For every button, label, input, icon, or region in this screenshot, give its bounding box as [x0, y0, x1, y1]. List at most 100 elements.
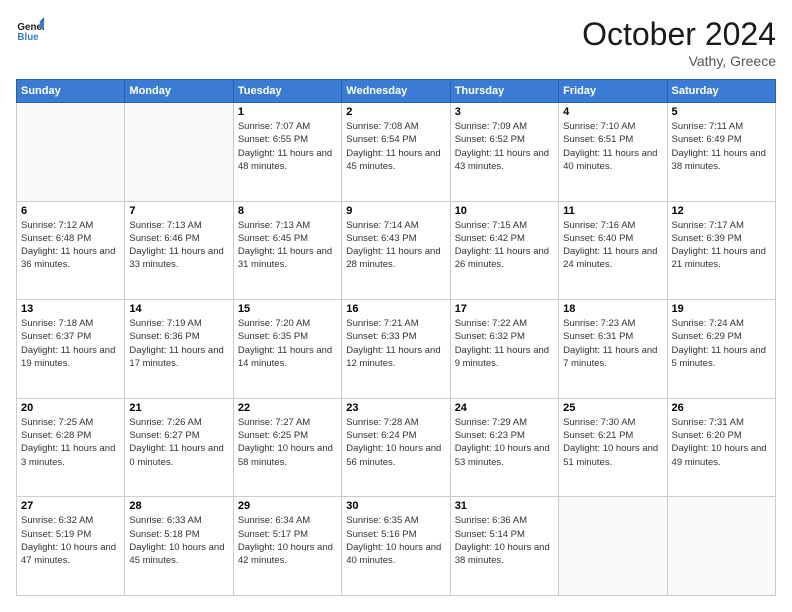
day-number: 29 [238, 500, 337, 512]
day-number: 27 [21, 500, 120, 512]
sunset: Sunset: 6:27 PM [129, 429, 228, 442]
calendar-cell: 30Sunrise: 6:35 AMSunset: 5:16 PMDayligh… [342, 497, 450, 596]
day-info: Sunrise: 7:31 AMSunset: 6:20 PMDaylight:… [672, 416, 771, 469]
day-number: 4 [563, 106, 662, 118]
calendar-cell: 14 Sunrise: 7:19 AMSunset: 6:36 PMDayligh… [125, 300, 233, 399]
calendar-cell: 4Sunrise: 7:10 AMSunset: 6:51 PMDaylight… [559, 103, 667, 202]
day-number: 22 [238, 402, 337, 414]
daylight: Daylight: 10 hours and 45 minutes. [129, 541, 228, 568]
day-number: 20 [21, 402, 120, 414]
svg-text:Blue: Blue [17, 32, 39, 43]
daylight: Daylight: 11 hours and 28 minutes. [346, 245, 445, 272]
day-info: Sunrise: 7:14 AMSunset: 6:43 PMDaylight:… [346, 219, 445, 272]
sunrise: Sunrise: 7:31 AM [672, 416, 771, 429]
sunset: Sunset: 6:20 PM [672, 429, 771, 442]
sunrise: Sunrise: 7:13 AM [129, 219, 228, 232]
calendar-cell: 10Sunrise: 7:15 AMSunset: 6:42 PMDayligh… [450, 201, 558, 300]
sunset: Sunset: 6:55 PM [238, 133, 337, 146]
calendar-cell: 7Sunrise: 7:13 AMSunset: 6:46 PMDaylight… [125, 201, 233, 300]
day-info: Sunrise: 7:09 AMSunset: 6:52 PMDaylight:… [455, 120, 554, 173]
daylight: Daylight: 11 hours and 21 minutes. [672, 245, 771, 272]
daylight: Daylight: 10 hours and 40 minutes. [346, 541, 445, 568]
calendar-cell: 9Sunrise: 7:14 AMSunset: 6:43 PMDaylight… [342, 201, 450, 300]
sunset: Sunset: 5:18 PM [129, 528, 228, 541]
calendar-cell: 20Sunrise: 7:25 AMSunset: 6:28 PMDayligh… [17, 398, 125, 497]
sunrise: Sunrise: 7:25 AM [21, 416, 120, 429]
calendar-cell: 29Sunrise: 6:34 AMSunset: 5:17 PMDayligh… [233, 497, 341, 596]
weekday-header-sunday: Sunday [17, 80, 125, 103]
day-info: Sunrise: 7:12 AMSunset: 6:48 PMDaylight:… [21, 219, 120, 272]
day-info: Sunrise: 6:33 AMSunset: 5:18 PMDaylight:… [129, 514, 228, 567]
day-number: 6 [21, 205, 120, 217]
day-number: 18 [563, 303, 662, 315]
month-title: October 2024 [582, 16, 776, 53]
sunrise: Sunrise: 7:15 AM [455, 219, 554, 232]
calendar-week-2: 6 Sunrise: 7:12 AMSunset: 6:48 PMDaylight… [17, 201, 776, 300]
daylight: Daylight: 11 hours and 12 minutes. [346, 344, 445, 371]
title-block: October 2024 Vathy, Greece [582, 16, 776, 69]
calendar-week-1: 1Sunrise: 7:07 AMSunset: 6:55 PMDaylight… [17, 103, 776, 202]
calendar-table: SundayMondayTuesdayWednesdayThursdayFrid… [16, 79, 776, 596]
calendar-cell: 23Sunrise: 7:28 AMSunset: 6:24 PMDayligh… [342, 398, 450, 497]
sunset: Sunset: 5:16 PM [346, 528, 445, 541]
sunset: Sunset: 6:36 PM [129, 330, 228, 343]
sunset: Sunset: 6:28 PM [21, 429, 120, 442]
calendar-cell: 19Sunrise: 7:24 AMSunset: 6:29 PMDayligh… [667, 300, 775, 399]
day-number: 21 [129, 402, 228, 414]
calendar-cell [125, 103, 233, 202]
day-info: Sunrise: 7:13 AMSunset: 6:45 PMDaylight:… [238, 219, 337, 272]
day-info: Sunrise: 6:36 AMSunset: 5:14 PMDaylight:… [455, 514, 554, 567]
header: General Blue October 2024 Vathy, Greece [16, 16, 776, 69]
daylight: Daylight: 11 hours and 17 minutes. [129, 344, 228, 371]
day-info: Sunrise: 7:28 AMSunset: 6:24 PMDaylight:… [346, 416, 445, 469]
weekday-header-tuesday: Tuesday [233, 80, 341, 103]
sunrise: Sunrise: 7:27 AM [238, 416, 337, 429]
day-info: Sunrise: 7:22 AMSunset: 6:32 PMDaylight:… [455, 317, 554, 370]
day-number: 13 [21, 303, 120, 315]
calendar-cell: 21Sunrise: 7:26 AMSunset: 6:27 PMDayligh… [125, 398, 233, 497]
daylight: Daylight: 11 hours and 19 minutes. [21, 344, 120, 371]
sunset: Sunset: 6:54 PM [346, 133, 445, 146]
calendar-cell: 8Sunrise: 7:13 AMSunset: 6:45 PMDaylight… [233, 201, 341, 300]
calendar-cell [17, 103, 125, 202]
day-number: 26 [672, 402, 771, 414]
day-number: 1 [238, 106, 337, 118]
daylight: Daylight: 10 hours and 38 minutes. [455, 541, 554, 568]
day-info: Sunrise: 7:13 AMSunset: 6:46 PMDaylight:… [129, 219, 228, 272]
calendar-cell: 28Sunrise: 6:33 AMSunset: 5:18 PMDayligh… [125, 497, 233, 596]
logo-icon: General Blue [16, 16, 44, 44]
calendar-cell: 16Sunrise: 7:21 AMSunset: 6:33 PMDayligh… [342, 300, 450, 399]
sunrise: Sunrise: 7:22 AM [455, 317, 554, 330]
sunrise: Sunrise: 7:12 AM [21, 219, 120, 232]
day-info: Sunrise: 6:35 AMSunset: 5:16 PMDaylight:… [346, 514, 445, 567]
daylight: Daylight: 10 hours and 51 minutes. [563, 442, 662, 469]
sunset: Sunset: 6:33 PM [346, 330, 445, 343]
sunrise: Sunrise: 7:26 AM [129, 416, 228, 429]
sunrise: Sunrise: 7:18 AM [21, 317, 120, 330]
sunset: Sunset: 6:40 PM [563, 232, 662, 245]
day-number: 31 [455, 500, 554, 512]
day-info: Sunrise: 7:23 AMSunset: 6:31 PMDaylight:… [563, 317, 662, 370]
sunrise: Sunrise: 7:08 AM [346, 120, 445, 133]
sunrise: Sunrise: 7:24 AM [672, 317, 771, 330]
weekday-header-row: SundayMondayTuesdayWednesdayThursdayFrid… [17, 80, 776, 103]
sunset: Sunset: 6:46 PM [129, 232, 228, 245]
sunrise: Sunrise: 7:10 AM [563, 120, 662, 133]
sunset: Sunset: 6:32 PM [455, 330, 554, 343]
sunrise: Sunrise: 7:07 AM [238, 120, 337, 133]
weekday-header-saturday: Saturday [667, 80, 775, 103]
day-info: Sunrise: 7:29 AMSunset: 6:23 PMDaylight:… [455, 416, 554, 469]
location-subtitle: Vathy, Greece [582, 53, 776, 69]
calendar-cell: 11Sunrise: 7:16 AMSunset: 6:40 PMDayligh… [559, 201, 667, 300]
sunset: Sunset: 6:39 PM [672, 232, 771, 245]
calendar-cell: 12Sunrise: 7:17 AMSunset: 6:39 PMDayligh… [667, 201, 775, 300]
day-number: 3 [455, 106, 554, 118]
day-number: 10 [455, 205, 554, 217]
day-number: 17 [455, 303, 554, 315]
daylight: Daylight: 10 hours and 53 minutes. [455, 442, 554, 469]
calendar-week-4: 20 Sunrise: 7:25 AMSunset: 6:28 PM Dayligh… [17, 398, 776, 497]
calendar-cell: 27Sunrise: 6:32 AMSunset: 5:19 PMDayligh… [17, 497, 125, 596]
day-info: Sunrise: 7:30 AMSunset: 6:21 PMDaylight:… [563, 416, 662, 469]
sunrise: Sunrise: 7:19 AM [129, 317, 228, 330]
day-number: 14 [129, 303, 228, 315]
